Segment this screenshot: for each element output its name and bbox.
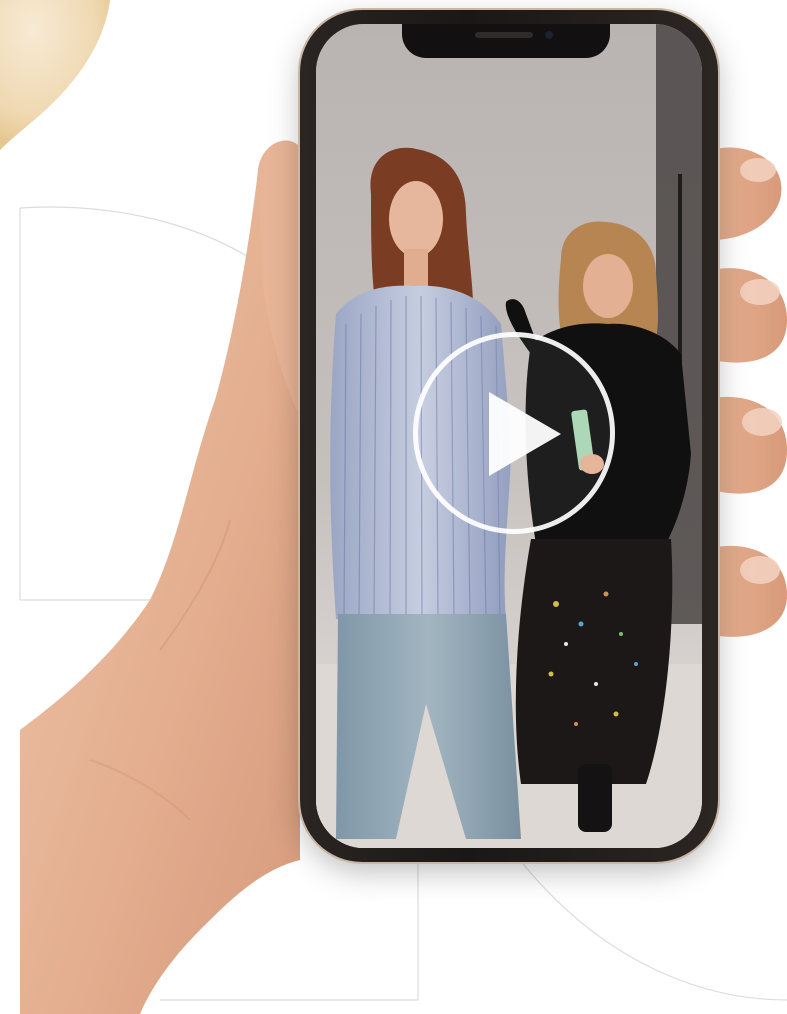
play-icon[interactable]: [489, 392, 561, 476]
front-camera: [545, 31, 553, 39]
phone-notch: [402, 24, 610, 58]
page: [0, 0, 787, 1014]
phone-speaker: [475, 32, 533, 38]
